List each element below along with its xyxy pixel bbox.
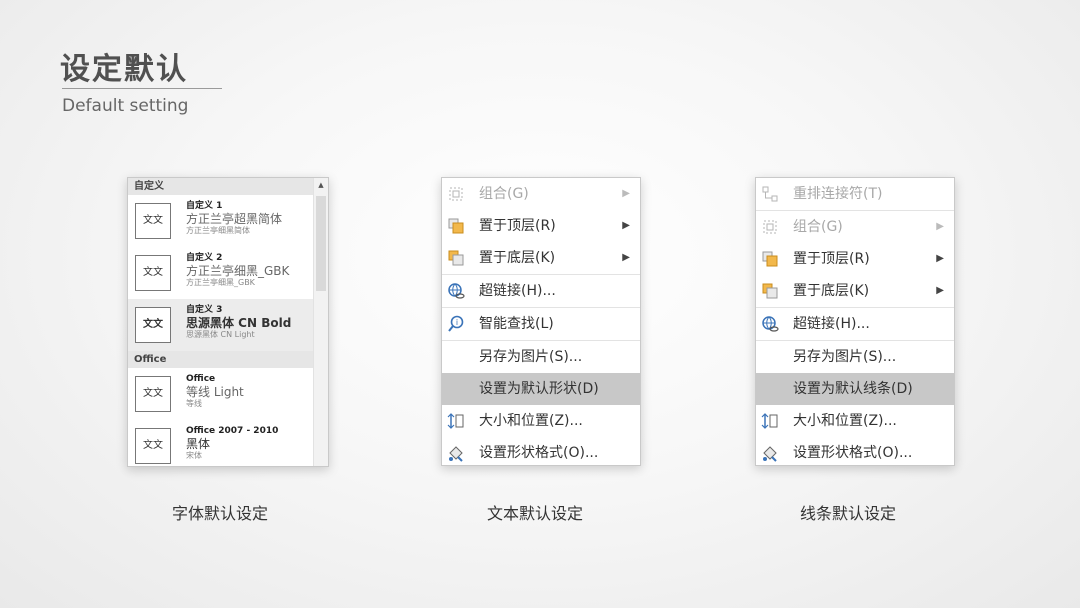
font-item-office-2007[interactable]: 文文 Office 2007 - 2010 黑体 宋体 — [128, 420, 328, 466]
scrollbar-thumb[interactable] — [316, 196, 326, 291]
font-item-major: 方正兰亭细黑_GBK — [186, 264, 290, 278]
menu-item-set-default-shape[interactable]: 设置为默认形状(D) — [442, 373, 640, 405]
menu-item-label: 设置形状格式(O)... — [793, 445, 913, 461]
submenu-arrow-icon: ▶ — [936, 221, 944, 232]
submenu-arrow-icon: ▶ — [936, 285, 944, 296]
font-item-custom-2[interactable]: 文文 自定义 2 方正兰亭细黑_GBK 方正兰亭细黑_GBK — [128, 247, 328, 299]
menu-item-group[interactable]: 组合(G) ▶ — [756, 211, 954, 243]
slide-title: 设定默认 — [60, 52, 188, 87]
format-shape-icon — [761, 444, 779, 462]
title-divider — [62, 88, 222, 89]
font-item-office[interactable]: 文文 Office 等线 Light 等线 — [128, 368, 328, 420]
svg-text:i: i — [456, 318, 458, 327]
smart-lookup-icon: i — [447, 315, 465, 333]
menu-item-bring-to-front[interactable]: 置于顶层(R) ▶ — [756, 243, 954, 275]
submenu-arrow-icon: ▶ — [936, 253, 944, 264]
menu-item-label: 设置为默认线条(D) — [793, 381, 913, 397]
hyperlink-icon — [447, 282, 465, 300]
menu-item-send-to-back[interactable]: 置于底层(K) ▶ — [756, 275, 954, 308]
send-to-back-icon — [761, 282, 779, 300]
menu-item-format-shape[interactable]: 设置形状格式(O)... — [442, 437, 640, 465]
menu-item-label: 置于顶层(R) — [793, 251, 870, 267]
size-position-icon — [761, 412, 779, 430]
slide-subtitle: Default setting — [62, 96, 189, 116]
menu-item-format-shape[interactable]: 设置形状格式(O)... — [756, 437, 954, 465]
line-context-menu: 重排连接符(T) 组合(G) ▶ 置于顶层(R) ▶ 置于底层(K) ▶ 超链接… — [755, 177, 955, 466]
group-icon — [761, 218, 779, 236]
font-preview-icon: 文文 — [135, 376, 171, 412]
menu-item-label: 超链接(H)... — [793, 316, 870, 332]
menu-item-bring-to-front[interactable]: 置于顶层(R) ▶ — [442, 210, 640, 242]
submenu-arrow-icon: ▶ — [622, 220, 630, 231]
menu-item-send-to-back[interactable]: 置于底层(K) ▶ — [442, 242, 640, 275]
scroll-up-icon[interactable]: ▲ — [314, 178, 328, 192]
caption-text-default: 文本默认设定 — [487, 504, 584, 523]
send-to-back-icon — [447, 249, 465, 267]
size-position-icon — [447, 412, 465, 430]
font-item-custom-3[interactable]: 文文 自定义 3 思源黑体 CN Bold 思源黑体 CN Light — [128, 299, 328, 351]
menu-item-size-position[interactable]: 大小和位置(Z)... — [756, 405, 954, 437]
bring-to-front-icon — [761, 250, 779, 268]
menu-item-label: 另存为图片(S)... — [793, 349, 897, 365]
font-preview-icon: 文文 — [135, 428, 171, 464]
font-item-name: 自定义 1 — [186, 201, 223, 211]
hyperlink-icon — [761, 315, 779, 333]
menu-item-label: 智能查找(L) — [479, 316, 554, 332]
font-item-name: Office — [186, 374, 216, 384]
font-preview-icon: 文文 — [135, 203, 171, 239]
format-shape-icon — [447, 444, 465, 462]
menu-item-label: 另存为图片(S)... — [479, 349, 583, 365]
caption-font-default: 字体默认设定 — [172, 504, 269, 523]
menu-item-size-position[interactable]: 大小和位置(Z)... — [442, 405, 640, 437]
menu-item-save-as-picture[interactable]: 另存为图片(S)... — [442, 341, 640, 373]
font-item-custom-1[interactable]: 文文 自定义 1 方正兰亭超黑简体 方正兰亭细黑简体 — [128, 195, 328, 247]
menu-item-save-as-picture[interactable]: 另存为图片(S)... — [756, 341, 954, 373]
section-header-custom: 自定义 — [128, 178, 328, 195]
menu-item-set-default-line[interactable]: 设置为默认线条(D) — [756, 373, 954, 405]
menu-item-label: 置于底层(K) — [479, 250, 556, 266]
font-item-major: 思源黑体 CN Bold — [186, 316, 292, 330]
caption-line-default: 线条默认设定 — [800, 504, 897, 523]
font-item-minor: 宋体 — [186, 451, 202, 460]
font-item-minor: 等线 — [186, 399, 202, 408]
menu-item-label: 置于底层(K) — [793, 283, 870, 299]
bring-to-front-icon — [447, 217, 465, 235]
menu-item-smart-lookup[interactable]: i 智能查找(L) — [442, 308, 640, 341]
font-item-minor: 思源黑体 CN Light — [186, 330, 255, 339]
menu-item-label: 设置形状格式(O)... — [479, 445, 599, 461]
submenu-arrow-icon: ▶ — [622, 188, 630, 199]
font-item-minor: 方正兰亭细黑简体 — [186, 226, 250, 235]
theme-font-gallery: 自定义 文文 自定义 1 方正兰亭超黑简体 方正兰亭细黑简体 文文 自定义 2 … — [127, 177, 329, 467]
font-item-name: 自定义 2 — [186, 253, 223, 263]
section-header-office: Office — [128, 351, 328, 368]
font-item-name: 自定义 3 — [186, 305, 223, 315]
menu-item-label: 重排连接符(T) — [793, 186, 883, 202]
menu-item-hyperlink[interactable]: 超链接(H)... — [756, 308, 954, 341]
font-item-major: 方正兰亭超黑简体 — [186, 212, 283, 226]
menu-item-label: 大小和位置(Z)... — [479, 413, 583, 429]
font-item-minor: 方正兰亭细黑_GBK — [186, 278, 255, 287]
font-item-major: 等线 Light — [186, 385, 244, 399]
menu-item-hyperlink[interactable]: 超链接(H)... — [442, 275, 640, 308]
menu-item-label: 设置为默认形状(D) — [479, 381, 599, 397]
font-item-major: 黑体 — [186, 437, 211, 451]
menu-item-label: 组合(G) — [479, 186, 529, 202]
menu-item-reroute-connectors[interactable]: 重排连接符(T) — [756, 178, 954, 211]
reroute-connectors-icon — [761, 185, 779, 203]
font-preview-icon: 文文 — [135, 255, 171, 291]
menu-item-label: 大小和位置(Z)... — [793, 413, 897, 429]
menu-item-group[interactable]: 组合(G) ▶ — [442, 178, 640, 210]
menu-item-label: 组合(G) — [793, 219, 843, 235]
submenu-arrow-icon: ▶ — [622, 252, 630, 263]
scrollbar[interactable]: ▲ — [313, 178, 328, 466]
font-preview-icon: 文文 — [135, 307, 171, 343]
menu-item-label: 置于顶层(R) — [479, 218, 556, 234]
group-icon — [447, 185, 465, 203]
font-item-name: Office 2007 - 2010 — [186, 426, 279, 436]
text-context-menu: 组合(G) ▶ 置于顶层(R) ▶ 置于底层(K) ▶ 超链接(H)... i … — [441, 177, 641, 466]
menu-item-label: 超链接(H)... — [479, 283, 556, 299]
